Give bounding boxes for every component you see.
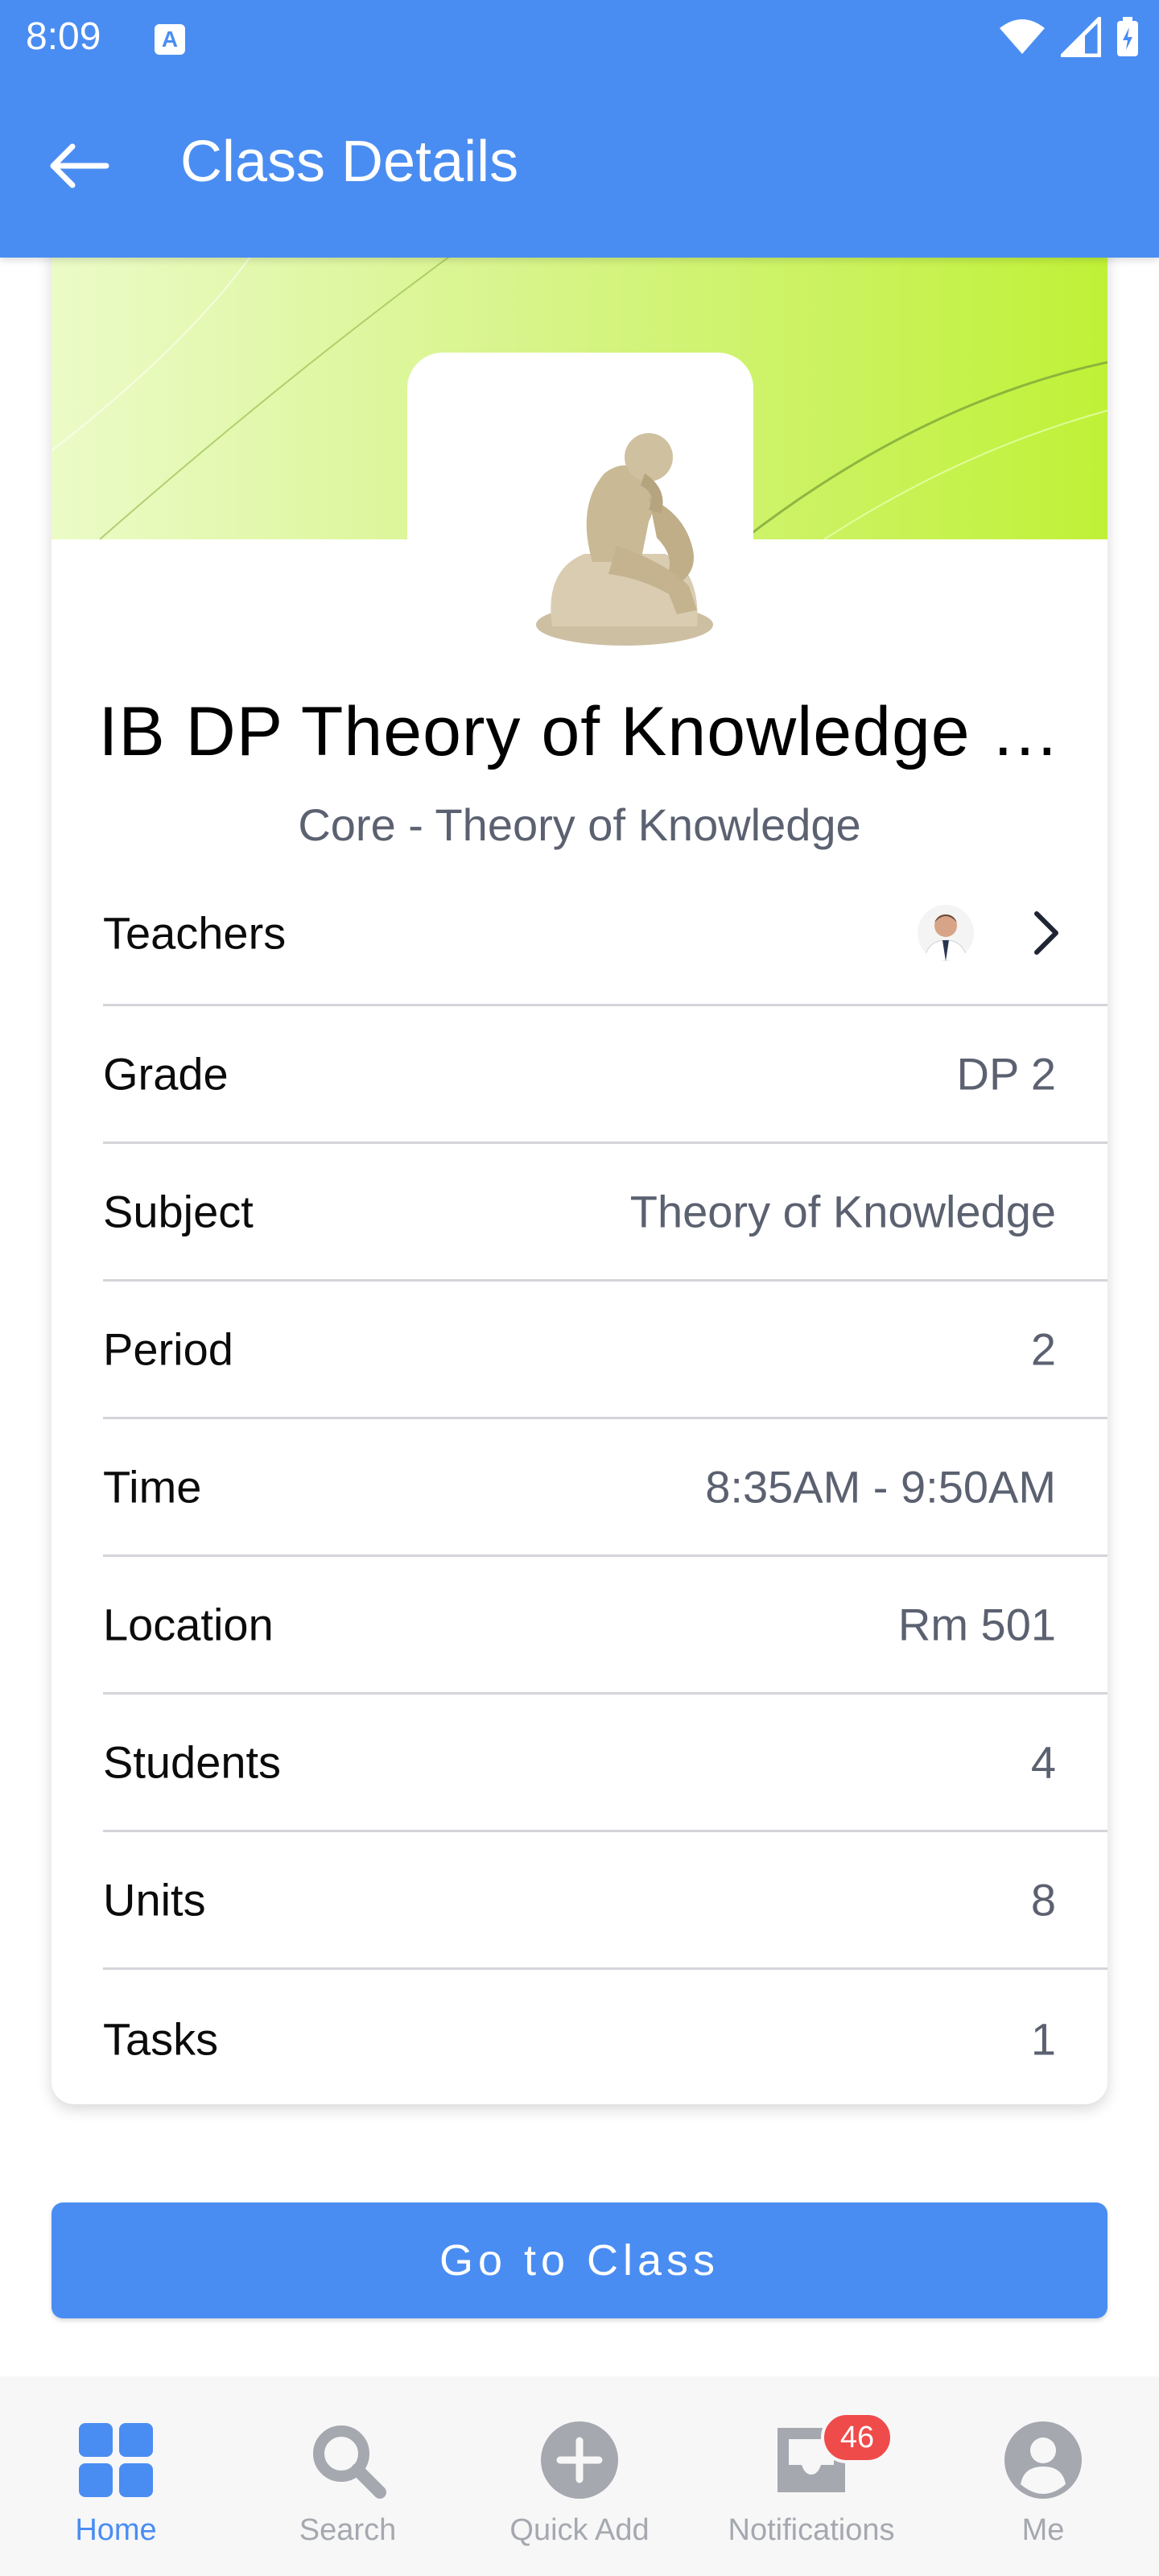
teacher-avatar xyxy=(918,904,974,961)
bottom-navigation: Home Search Quick Add 46 Notifications M… xyxy=(0,2376,1159,2576)
detail-value: Rm 501 xyxy=(897,1599,1056,1650)
person-icon xyxy=(1003,2418,1083,2502)
detail-label: Grade xyxy=(103,1048,229,1100)
nav-me[interactable]: Me xyxy=(927,2376,1159,2576)
tasks-row: Tasks 1 xyxy=(103,1970,1107,2104)
detail-label: Tasks xyxy=(103,2013,219,2064)
page-title: Class Details xyxy=(180,130,519,194)
app-header: 8:09 A Class Details xyxy=(0,0,1159,258)
detail-value: 8:35AM - 9:50AM xyxy=(705,1461,1056,1513)
teachers-label: Teachers xyxy=(103,907,287,958)
wifi-icon xyxy=(1000,19,1045,54)
back-button[interactable] xyxy=(48,134,129,198)
detail-label: Units xyxy=(103,1874,206,1926)
teachers-row[interactable]: Teachers xyxy=(103,861,1107,1006)
students-row: Students 4 xyxy=(103,1695,1107,1832)
nav-label: Notifications xyxy=(728,2513,895,2547)
arrow-left-icon xyxy=(50,143,109,188)
battery-icon xyxy=(1117,17,1138,56)
class-logo xyxy=(407,353,753,675)
time-row: Time 8:35AM - 9:50AM xyxy=(103,1419,1107,1557)
detail-label: Period xyxy=(103,1323,233,1375)
detail-label: Subject xyxy=(103,1186,254,1237)
nav-label: Home xyxy=(75,2513,157,2547)
search-icon xyxy=(307,2418,388,2502)
class-card: IB DP Theory of Knowledge … Core - Theor… xyxy=(52,242,1107,2104)
chevron-right-icon xyxy=(1034,910,1058,955)
grade-row: Grade DP 2 xyxy=(103,1006,1107,1144)
units-row: Units 8 xyxy=(103,1832,1107,1970)
nav-label: Quick Add xyxy=(509,2513,650,2547)
nav-quick-add[interactable]: Quick Add xyxy=(464,2376,695,2576)
notification-app-icon: A xyxy=(155,24,185,55)
class-title: IB DP Theory of Knowledge … xyxy=(98,693,1061,770)
period-row: Period 2 xyxy=(103,1282,1107,1419)
nav-search[interactable]: Search xyxy=(232,2376,464,2576)
detail-value: 8 xyxy=(1030,1874,1056,1926)
detail-label: Students xyxy=(103,1736,282,1788)
location-row: Location Rm 501 xyxy=(103,1557,1107,1695)
detail-value: DP 2 xyxy=(956,1048,1056,1100)
plus-circle-icon xyxy=(539,2418,620,2502)
class-subtitle: Core - Theory of Knowledge xyxy=(298,799,861,850)
notification-badge: 46 xyxy=(821,2412,893,2463)
detail-value: 2 xyxy=(1030,1323,1056,1375)
grid-icon xyxy=(76,2418,156,2502)
subject-row: Subject Theory of Knowledge xyxy=(103,1144,1107,1282)
nav-label: Search xyxy=(299,2513,397,2547)
nav-home[interactable]: Home xyxy=(0,2376,232,2576)
detail-label: Time xyxy=(103,1461,202,1513)
detail-label: Location xyxy=(103,1599,274,1650)
thinker-statue-icon xyxy=(536,433,713,646)
go-to-class-button[interactable]: Go to Class xyxy=(52,2202,1107,2318)
status-time: 8:09 xyxy=(26,15,101,58)
detail-value: 1 xyxy=(1030,2013,1056,2064)
inbox-icon: 46 xyxy=(771,2412,893,2502)
nav-label: Me xyxy=(1021,2513,1065,2547)
nav-notifications[interactable]: 46 Notifications xyxy=(695,2376,927,2576)
detail-value: Theory of Knowledge xyxy=(629,1186,1056,1237)
details-list: Teachers Grade DP 2 Subject Theory of Kn… xyxy=(103,861,1107,2104)
signal-icon xyxy=(1061,17,1101,57)
status-icons xyxy=(998,16,1140,58)
detail-value: 4 xyxy=(1030,1736,1056,1788)
